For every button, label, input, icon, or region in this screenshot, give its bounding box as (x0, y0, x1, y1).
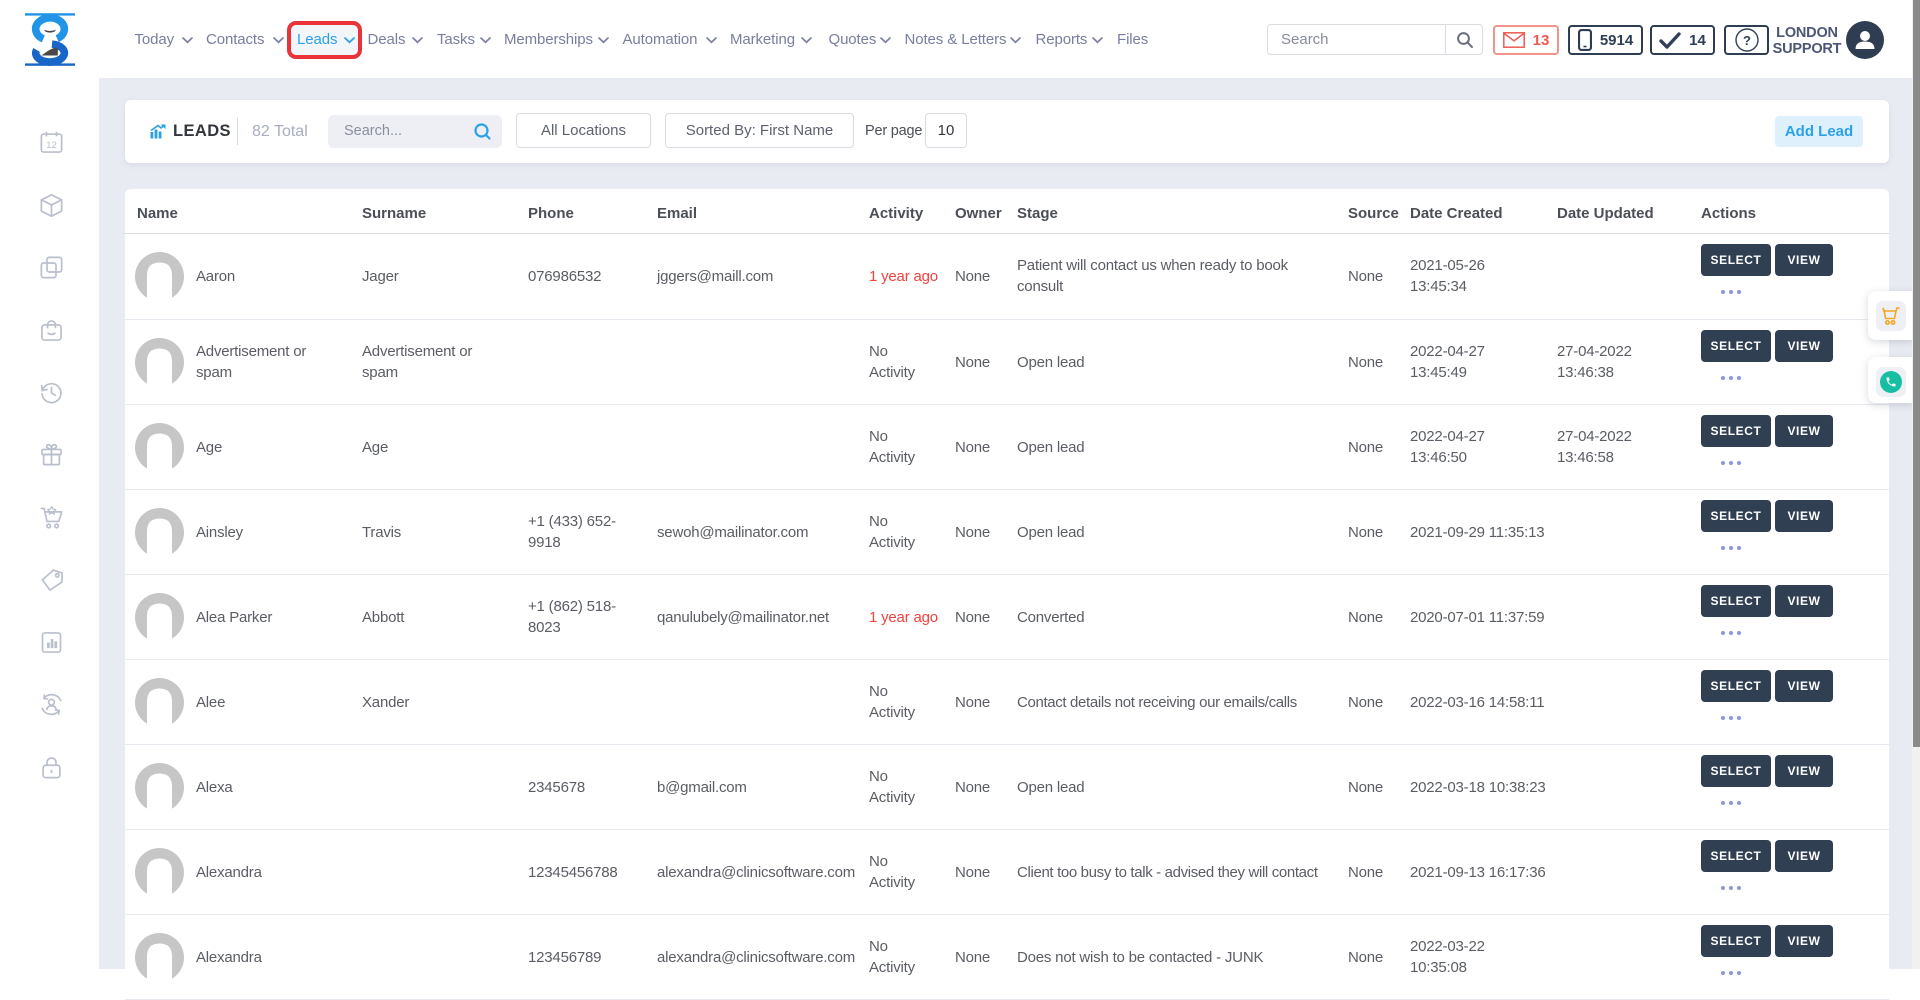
svg-text:?: ? (1743, 33, 1751, 48)
svg-text:12: 12 (46, 140, 57, 151)
